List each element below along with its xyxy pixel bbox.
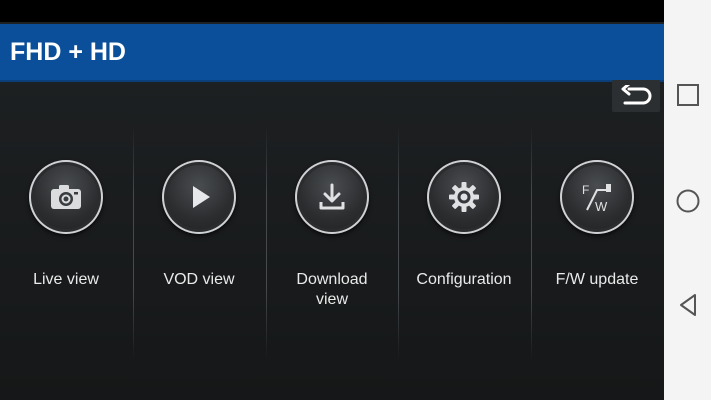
- menu-item-label: Download view: [296, 271, 368, 308]
- svg-text:W: W: [595, 199, 608, 214]
- main-menu: Live view VOD view Download view Configu…: [0, 112, 664, 400]
- gear-icon: [427, 160, 501, 234]
- menu-item-fw-update[interactable]: F W F/W update: [531, 112, 663, 400]
- menu-item-label: F/W update: [555, 271, 639, 288]
- camera-icon: [29, 160, 103, 234]
- menu-item-live-view[interactable]: Live view: [0, 112, 132, 400]
- back-icon[interactable]: [675, 292, 701, 318]
- menu-item-vod-view[interactable]: VOD view: [133, 112, 265, 400]
- app-window: FHD + HD Live view VOD view Download vie…: [0, 0, 664, 400]
- download-icon: [295, 160, 369, 234]
- back-button[interactable]: [612, 80, 660, 112]
- back-arrow-icon: [621, 85, 652, 105]
- menu-item-configuration[interactable]: Configuration: [398, 112, 530, 400]
- menu-item-label: VOD view: [163, 271, 235, 288]
- play-icon: [162, 160, 236, 234]
- recent-apps-icon[interactable]: [675, 82, 701, 108]
- home-icon[interactable]: [674, 187, 702, 215]
- menu-item-label: Configuration: [416, 271, 512, 288]
- menu-item-label: Live view: [33, 271, 99, 288]
- status-bar: [0, 0, 664, 22]
- firmware-update-icon: F W: [560, 160, 634, 234]
- svg-text:F: F: [582, 183, 589, 197]
- title-bar: FHD + HD: [0, 24, 664, 82]
- app-title: FHD + HD: [10, 38, 126, 66]
- system-nav-bar: [664, 0, 711, 400]
- menu-item-download-view[interactable]: Download view: [266, 112, 398, 400]
